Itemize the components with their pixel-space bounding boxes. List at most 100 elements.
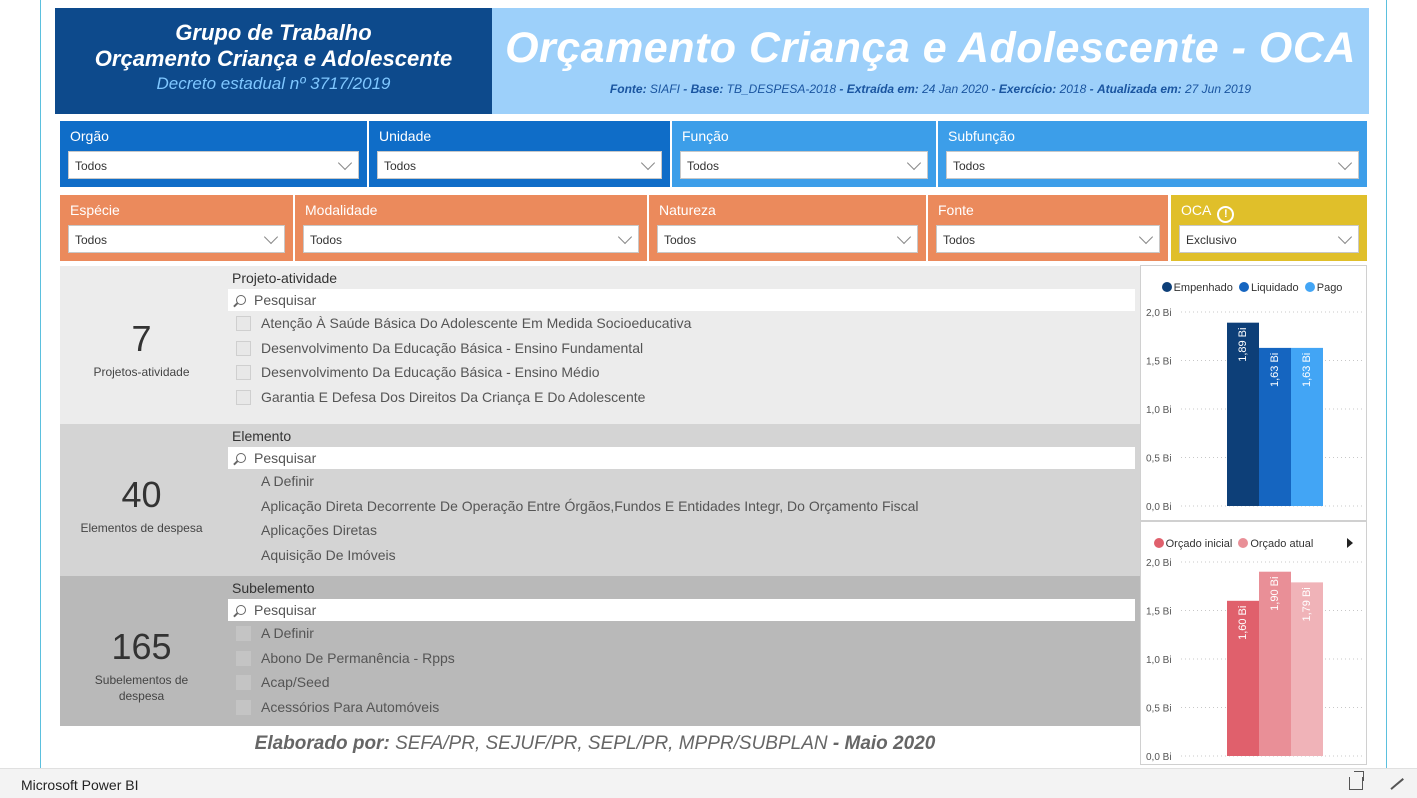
item-label: Acap/Seed (261, 674, 330, 690)
list-item[interactable]: Acessórios Para Automóveis (228, 695, 1135, 720)
expand-icon[interactable] (1388, 777, 1404, 791)
slicer-title: Projeto-atividade (232, 270, 338, 286)
data-label: 1,63 Bi (1269, 353, 1281, 387)
exercicio-label: Exercício: (998, 82, 1057, 96)
dropdown-value: Todos (953, 159, 986, 173)
kpi-value: 165 (111, 626, 172, 667)
chart-plot: 0,0 Bi 0,5 Bi 1,0 Bi 1,5 Bi 2,0 Bi 1,89 Bi 1,6… (1146, 308, 1363, 513)
slicer-title: Subelemento (232, 580, 315, 596)
list-item[interactable]: A Definir (228, 621, 1135, 646)
checkbox[interactable] (236, 474, 251, 489)
filter-label: Unidade (379, 128, 432, 144)
checkbox[interactable] (236, 699, 251, 715)
list-item[interactable]: Aquisição De Imóveis (228, 543, 1135, 568)
checkbox[interactable] (236, 548, 251, 563)
checkbox[interactable] (236, 675, 251, 690)
list-item[interactable]: A Definir (228, 469, 1135, 494)
kpi-caption: Elementos de despesa (80, 521, 203, 535)
y-tick-label: 2,0 Bi (1146, 558, 1172, 569)
list-item[interactable]: Abono De Permanência - Rpps (228, 646, 1135, 671)
chart-orcamento[interactable]: Orçado inicial Orçado atual 0,0 Bi 0,5 Bi… (1140, 521, 1367, 765)
atualizada-label: Atualizada em: (1096, 82, 1182, 96)
oca-dropdown[interactable]: Exclusivo (1179, 225, 1359, 253)
brand-label: Microsoft Power BI (21, 777, 139, 793)
subfuncao-dropdown[interactable]: Todos (946, 151, 1359, 179)
kpi-elementos: 40 Elementos de despesa (60, 424, 223, 576)
filter-label: OCA (1181, 202, 1212, 218)
checkbox[interactable] (236, 626, 251, 641)
chevron-down-icon (337, 155, 353, 171)
chevron-down-icon (1337, 155, 1353, 171)
dropdown-value: Todos (384, 159, 417, 173)
fonte-label: Fonte: (609, 82, 647, 96)
kpi-caption-line1: Subelementos de (94, 673, 189, 687)
natureza-dropdown[interactable]: Todos (657, 225, 918, 253)
filter-funcao: Função Todos (672, 121, 936, 187)
kpi-value: 7 (131, 318, 152, 359)
list-item[interactable]: Desenvolvimento Da Educação Básica - Ens… (228, 360, 1135, 385)
checkbox[interactable] (236, 523, 251, 538)
filter-orgao: Orgão Todos (60, 121, 367, 187)
search-placeholder: Pesquisar (254, 450, 317, 466)
dropdown-value: Todos (310, 233, 343, 247)
search-input[interactable]: Pesquisar (228, 447, 1135, 469)
filter-subfuncao: Subfunção Todos (938, 121, 1367, 187)
search-input[interactable]: Pesquisar (228, 599, 1135, 621)
y-tick-label: 1,0 Bi (1146, 655, 1172, 666)
report-canvas: Grupo de Trabalho Orçamento Criança e Ad… (55, 8, 1369, 768)
list-item[interactable]: Aplicações Diretas (228, 518, 1135, 543)
left-border (40, 0, 41, 768)
checkbox[interactable] (236, 650, 251, 666)
checkbox[interactable] (236, 365, 251, 380)
list-item[interactable]: Desenvolvimento Da Educação Básica - Ens… (228, 336, 1135, 361)
y-tick-label: 0,5 Bi (1146, 704, 1172, 715)
fonte-dropdown[interactable]: Todos (936, 225, 1160, 253)
panel-subelemento: 165 Subelementos de despesa Subelemento … (60, 576, 1140, 726)
list-item[interactable]: Acap/Seed (228, 670, 1135, 695)
dropdown-value: Todos (943, 233, 976, 247)
modalidade-dropdown[interactable]: Todos (303, 225, 639, 253)
kpi-caption: Projetos-atividade (93, 365, 190, 379)
filter-fonte: Fonte Todos (928, 195, 1168, 261)
item-label: Acessórios Para Automóveis (261, 698, 440, 715)
especie-dropdown[interactable]: Todos (68, 225, 285, 253)
data-label: 1,79 Bi (1301, 587, 1313, 621)
orgao-dropdown[interactable]: Todos (68, 151, 359, 179)
y-tick-label: 1,0 Bi (1146, 405, 1172, 416)
share-icon[interactable] (1349, 777, 1363, 790)
list-item[interactable]: Garantia E Defesa Dos Direitos Da Crianç… (228, 385, 1135, 410)
search-input[interactable]: Pesquisar (228, 289, 1135, 311)
info-icon[interactable]: ! (1217, 206, 1235, 223)
checkbox[interactable] (236, 340, 251, 356)
base-value: TB_DESPESA-2018 (726, 82, 837, 96)
header-left: Grupo de Trabalho Orçamento Criança e Ad… (55, 8, 492, 114)
checkbox[interactable] (236, 389, 251, 405)
item-label: Desenvolvimento Da Educação Básica - Ens… (261, 364, 600, 380)
data-label: 1,63 Bi (1301, 353, 1313, 387)
filter-label: Função (682, 128, 729, 144)
item-label: Aplicação Direta Decorrente De Operação … (261, 497, 919, 514)
list-item[interactable]: Atenção À Saúde Básica Do Adolescente Em… (228, 311, 1135, 336)
header-group-subtitle: Orçamento Criança e Adolescente (94, 46, 453, 71)
page-title: Orçamento Criança e Adolescente - OCA (505, 24, 1356, 72)
list-item[interactable]: Aplicação Direta Decorrente De Operação … (228, 494, 1135, 519)
checkbox[interactable] (236, 499, 251, 514)
chart-execucao[interactable]: Empenhado Liquidado Pago 0,0 Bi 0,5 Bi 1,0… (1140, 265, 1367, 521)
footer-label: Elaborado por: (254, 733, 390, 754)
funcao-dropdown[interactable]: Todos (680, 151, 928, 179)
y-tick-label: 1,5 Bi (1146, 607, 1172, 618)
data-label: 1,89 Bi (1237, 328, 1249, 362)
dropdown-value: Todos (664, 233, 697, 247)
dropdown-value: Todos (75, 159, 108, 173)
filter-especie: Espécie Todos (60, 195, 293, 261)
search-icon (236, 295, 246, 305)
header-right: Orçamento Criança e Adolescente - OCA Fo… (492, 8, 1369, 114)
dropdown-value: Todos (75, 233, 108, 247)
extraida-label: Extraída em: (846, 82, 919, 96)
filter-label: Espécie (70, 202, 120, 218)
chevron-down-icon (617, 229, 633, 245)
unidade-dropdown[interactable]: Todos (377, 151, 662, 179)
extraida-value: 24 Jan 2020 (922, 82, 989, 96)
filter-label: Subfunção (948, 128, 1015, 144)
checkbox[interactable] (236, 316, 251, 331)
